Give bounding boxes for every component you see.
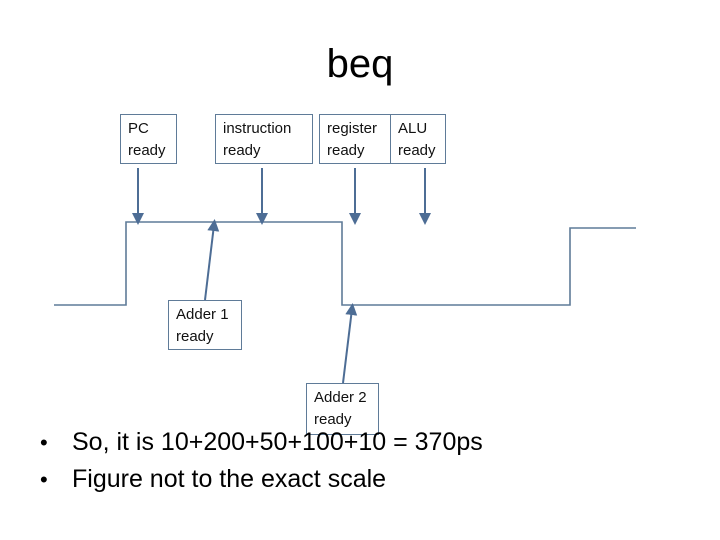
bullet-icon: •	[40, 467, 48, 492]
alu-ready-label: ALU ready	[390, 114, 446, 164]
bullet-item: • So, it is 10+200+50+100+10 = 370ps	[40, 424, 483, 461]
label-line: register	[327, 120, 378, 137]
label-line: instruction	[223, 120, 292, 137]
adder2-ready-arrow	[342, 303, 358, 384]
label-line: ALU	[398, 120, 428, 137]
label-line: PC	[128, 120, 149, 137]
register-ready-label: register ready	[319, 114, 391, 164]
label-line: ready	[398, 142, 436, 159]
instruction-ready-label: instruction ready	[215, 114, 313, 164]
bullet-text: Figure not to the exact scale	[72, 465, 387, 493]
label-line: ready	[128, 142, 166, 159]
label-line: ready	[327, 142, 365, 159]
bullet-item: • Figure not to the exact scale	[40, 461, 483, 498]
adder1-ready-arrow	[204, 219, 220, 301]
label-line: ready	[223, 142, 261, 159]
bullet-text: So, it is 10+200+50+100+10 = 370ps	[72, 428, 483, 456]
bullet-list: • So, it is 10+200+50+100+10 = 370ps • F…	[40, 424, 483, 498]
adder1-ready-label: Adder 1 ready	[168, 300, 242, 350]
pc-ready-label: PC ready	[120, 114, 177, 164]
label-line: Adder 2	[314, 389, 367, 406]
label-line: ready	[176, 328, 214, 345]
label-line: Adder 1	[176, 306, 229, 323]
bullet-icon: •	[40, 430, 48, 455]
timing-waveform	[54, 221, 636, 306]
